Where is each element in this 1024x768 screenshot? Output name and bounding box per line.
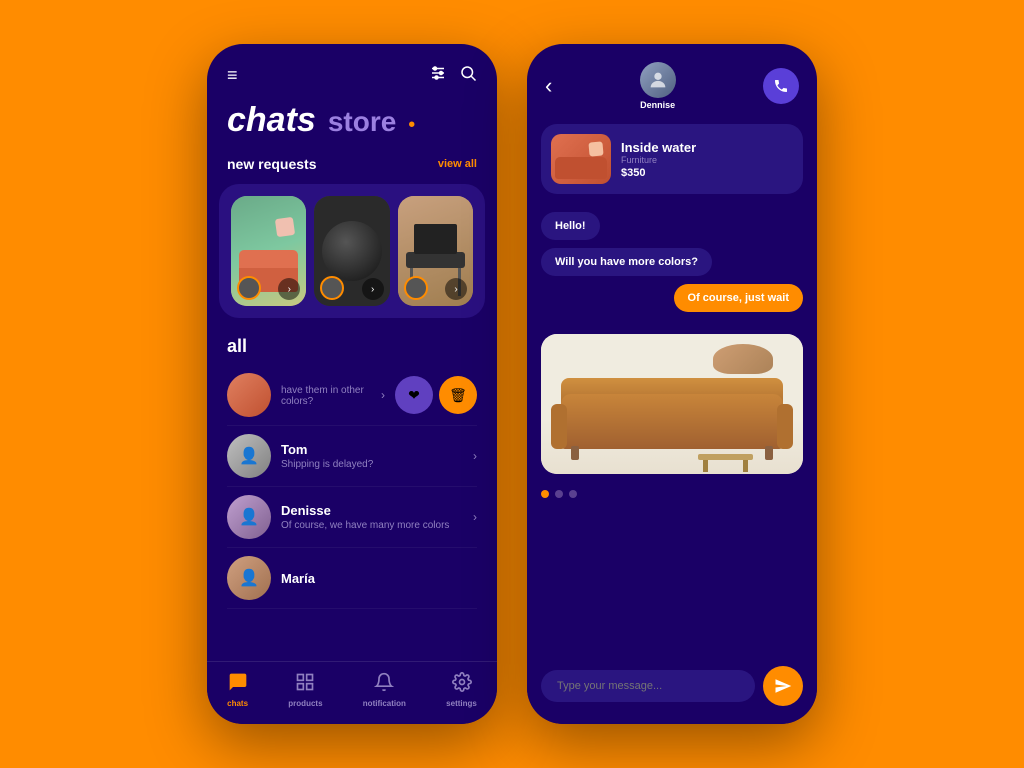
view-all-link[interactable]: view all (438, 158, 477, 170)
search-icon[interactable] (459, 64, 477, 87)
nav-item-chats[interactable]: chats (227, 672, 248, 708)
chat-chevron-denisse: › (473, 510, 477, 524)
nav-item-notification[interactable]: notification (363, 672, 406, 708)
sofa-body (561, 394, 783, 449)
new-requests-header: new requests view all (207, 152, 497, 180)
chat-name-denisse: Denisse (281, 503, 473, 518)
chat-actions: › ❤ 🗑 (381, 376, 477, 414)
dot-1 (541, 490, 549, 498)
request-chevron-3[interactable]: › (445, 278, 467, 300)
requests-section: › › › (219, 184, 485, 318)
bottom-nav: chats products notificat (207, 661, 497, 724)
request-avatar-3 (404, 276, 428, 300)
message-bubble-3: Of course, just wait (674, 284, 803, 312)
store-dot: • (408, 114, 415, 137)
sofa-leg-left (571, 446, 579, 460)
product-card[interactable]: Inside water Furniture $350 (541, 124, 803, 194)
message-2: Will you have more colors? (541, 248, 803, 284)
chat-preview-tom: Shipping is delayed? (281, 459, 473, 470)
request-card-2[interactable]: › (314, 196, 389, 306)
nav-notification-icon (374, 672, 394, 697)
nav-settings-icon (452, 672, 472, 697)
request-card-3[interactable]: › (398, 196, 473, 306)
chat-avatar-denisse: 👤 (227, 495, 271, 539)
chat-info-denisse: Denisse Of course, we have many more col… (281, 503, 473, 531)
trash-button[interactable]: 🗑 (439, 376, 477, 414)
all-section: all have them in other colors? › ❤ 🗑 👤 T… (207, 330, 497, 615)
header-avatar (640, 62, 676, 98)
right-phone: ‹ Dennise Inside water (527, 44, 817, 724)
chats-title: chats (227, 101, 316, 140)
chat-info-maria: María (281, 571, 477, 586)
message-input[interactable] (541, 670, 755, 702)
product-name: Inside water (621, 140, 696, 155)
product-thumbnail (551, 134, 611, 184)
back-icon[interactable]: ‹ (545, 73, 552, 99)
message-1: Hello! (541, 212, 803, 248)
chat-info-tom: Tom Shipping is delayed? (281, 442, 473, 470)
nav-products-label: products (288, 699, 322, 708)
sofa-dog (713, 344, 773, 374)
chat-preview-first: have them in other colors? (281, 385, 381, 407)
sofa-leg-right (765, 446, 773, 460)
chat-item-denisse[interactable]: 👤 Denisse Of course, we have many more c… (227, 487, 477, 548)
store-title[interactable]: store (328, 106, 396, 138)
nav-settings-label: settings (446, 699, 477, 708)
chat-item-tom[interactable]: 👤 Tom Shipping is delayed? › (227, 426, 477, 487)
message-3: Of course, just wait (541, 284, 803, 320)
chat-name-tom: Tom (281, 442, 473, 457)
new-requests-title: new requests (227, 156, 316, 172)
sofa-visual (541, 334, 803, 474)
message-bubble-2: Will you have more colors? (541, 248, 712, 276)
chat-avatar-tom: 👤 (227, 434, 271, 478)
request-avatar-1 (237, 276, 261, 300)
chat-item-first[interactable]: have them in other colors? › ❤ 🗑 (227, 365, 477, 426)
input-area (527, 656, 817, 724)
dot-3 (569, 490, 577, 498)
heart-button[interactable]: ❤ (395, 376, 433, 414)
nav-chats-label: chats (227, 699, 248, 708)
chat-item-maria[interactable]: 👤 María (227, 548, 477, 609)
chat-info-first: have them in other colors? (281, 383, 381, 407)
product-price: $350 (621, 167, 696, 179)
nav-products-icon (295, 672, 315, 697)
title-row: chats store • (207, 97, 497, 152)
product-info: Inside water Furniture $350 (621, 140, 696, 179)
dots-indicator (527, 482, 817, 502)
left-phone: ≡ (207, 44, 497, 724)
nav-item-products[interactable]: products (288, 672, 322, 708)
nav-notification-label: notification (363, 699, 406, 708)
all-title: all (227, 336, 477, 357)
message-bubble-1: Hello! (541, 212, 600, 240)
send-button[interactable] (763, 666, 803, 706)
nav-item-settings[interactable]: settings (446, 672, 477, 708)
chat-name-maria: María (281, 571, 477, 586)
side-table (698, 454, 753, 460)
menu-icon[interactable]: ≡ (227, 65, 240, 86)
sofa-armrest-left (551, 404, 567, 449)
sofa-armrest-right (777, 404, 793, 449)
request-card-1[interactable]: › (231, 196, 306, 306)
call-button[interactable] (763, 68, 799, 104)
messages-area: Hello! Will you have more colors? Of cou… (527, 206, 817, 326)
request-chevron-2[interactable]: › (362, 278, 384, 300)
nav-chats-icon (228, 672, 248, 697)
chat-avatar-maria: 👤 (227, 556, 271, 600)
product-category: Furniture (621, 155, 696, 165)
top-bar: ≡ (207, 44, 497, 97)
chat-chevron-tom: › (473, 449, 477, 463)
chat-avatar-first (227, 373, 271, 417)
header-username: Dennise (640, 100, 675, 110)
top-bar-right-icons (429, 64, 477, 87)
chat-header: ‹ Dennise (527, 44, 817, 120)
filter-icon[interactable] (429, 64, 447, 87)
header-user: Dennise (640, 62, 676, 110)
chat-preview-denisse: Of course, we have many more colors (281, 520, 473, 531)
dot-2 (555, 490, 563, 498)
sofa-image-card (541, 334, 803, 474)
